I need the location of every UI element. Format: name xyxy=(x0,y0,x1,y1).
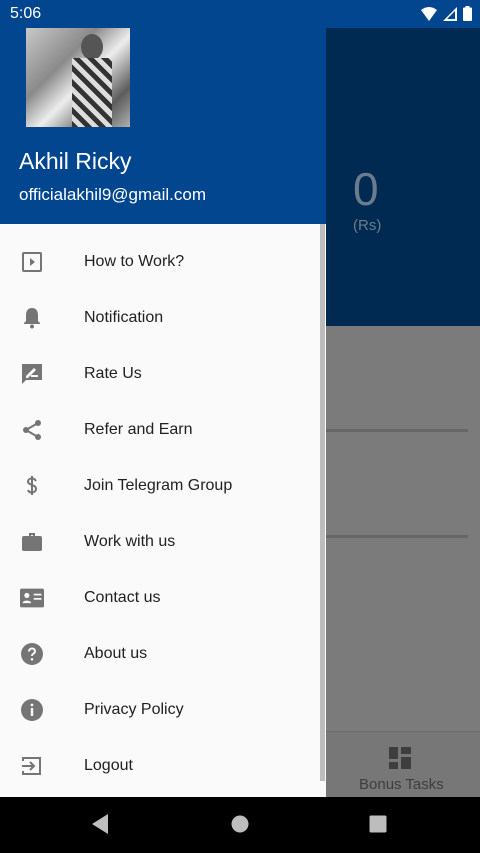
rate-review-icon xyxy=(20,362,44,386)
menu-item-about-us[interactable]: About us xyxy=(0,626,326,682)
menu-item-label: How to Work? xyxy=(84,253,185,270)
menu-item-contact-us[interactable]: Contact us xyxy=(0,570,326,626)
contact-card-icon xyxy=(20,586,44,610)
balance-value: 0 xyxy=(353,163,379,215)
menu-item-label: Privacy Policy xyxy=(84,701,184,718)
menu-item-logout[interactable]: Logout xyxy=(0,738,326,794)
bonus-tasks-tab[interactable]: Bonus Tasks xyxy=(359,776,444,793)
menu-item-label: Join Telegram Group xyxy=(84,477,233,494)
menu-item-how-to-work[interactable]: How to Work? xyxy=(0,234,326,290)
back-icon[interactable] xyxy=(90,813,110,840)
status-time: 5:06 xyxy=(10,5,42,22)
play-box-icon xyxy=(20,250,44,274)
list-divider xyxy=(326,535,468,538)
menu-item-label: Logout xyxy=(84,757,133,774)
avatar[interactable] xyxy=(26,28,130,127)
menu-item-notification[interactable]: Notification xyxy=(0,290,326,346)
menu-item-label: Notification xyxy=(84,309,164,326)
dashboard-icon[interactable] xyxy=(388,746,412,775)
battery-icon xyxy=(463,6,472,21)
wifi-icon xyxy=(421,6,437,21)
recents-icon[interactable] xyxy=(368,813,388,840)
signal-icon xyxy=(443,6,457,21)
menu-item-rate-us[interactable]: Rate Us xyxy=(0,346,326,402)
menu-item-label: Refer and Earn xyxy=(84,421,193,438)
drawer-scrollbar[interactable] xyxy=(320,224,325,781)
drawer-header: Akhil Ricky officialakhil9@gmail.com xyxy=(0,28,326,224)
list-divider xyxy=(326,429,468,432)
logout-icon xyxy=(20,754,44,778)
system-nav-bar xyxy=(0,797,480,853)
info-icon xyxy=(20,698,44,722)
menu-item-label: Work with us xyxy=(84,533,176,550)
help-circle-icon xyxy=(20,642,44,666)
user-name: Akhil Ricky xyxy=(19,148,132,174)
home-icon[interactable] xyxy=(230,813,250,840)
menu-item-refer-and-earn[interactable]: Refer and Earn xyxy=(0,402,326,458)
share-icon xyxy=(20,418,44,442)
menu-item-label: Rate Us xyxy=(84,365,142,382)
balance-unit: (Rs) xyxy=(353,217,382,234)
dollar-icon xyxy=(20,474,44,498)
status-bar: 5:06 xyxy=(0,0,480,28)
system-icons xyxy=(421,6,472,21)
user-email: officialakhil9@gmail.com xyxy=(19,185,207,204)
menu-item-work-with-us[interactable]: Work with us xyxy=(0,514,326,570)
bell-icon xyxy=(20,306,44,330)
menu-item-join-telegram[interactable]: Join Telegram Group xyxy=(0,458,326,514)
menu-item-label: About us xyxy=(84,645,148,662)
briefcase-icon xyxy=(20,530,44,554)
drawer-menu: How to Work? Notification Rate Us Refer … xyxy=(0,234,326,794)
menu-item-label: Contact us xyxy=(84,589,161,606)
menu-item-privacy-policy[interactable]: Privacy Policy xyxy=(0,682,326,738)
navigation-drawer: Akhil Ricky officialakhil9@gmail.com How… xyxy=(0,28,326,797)
